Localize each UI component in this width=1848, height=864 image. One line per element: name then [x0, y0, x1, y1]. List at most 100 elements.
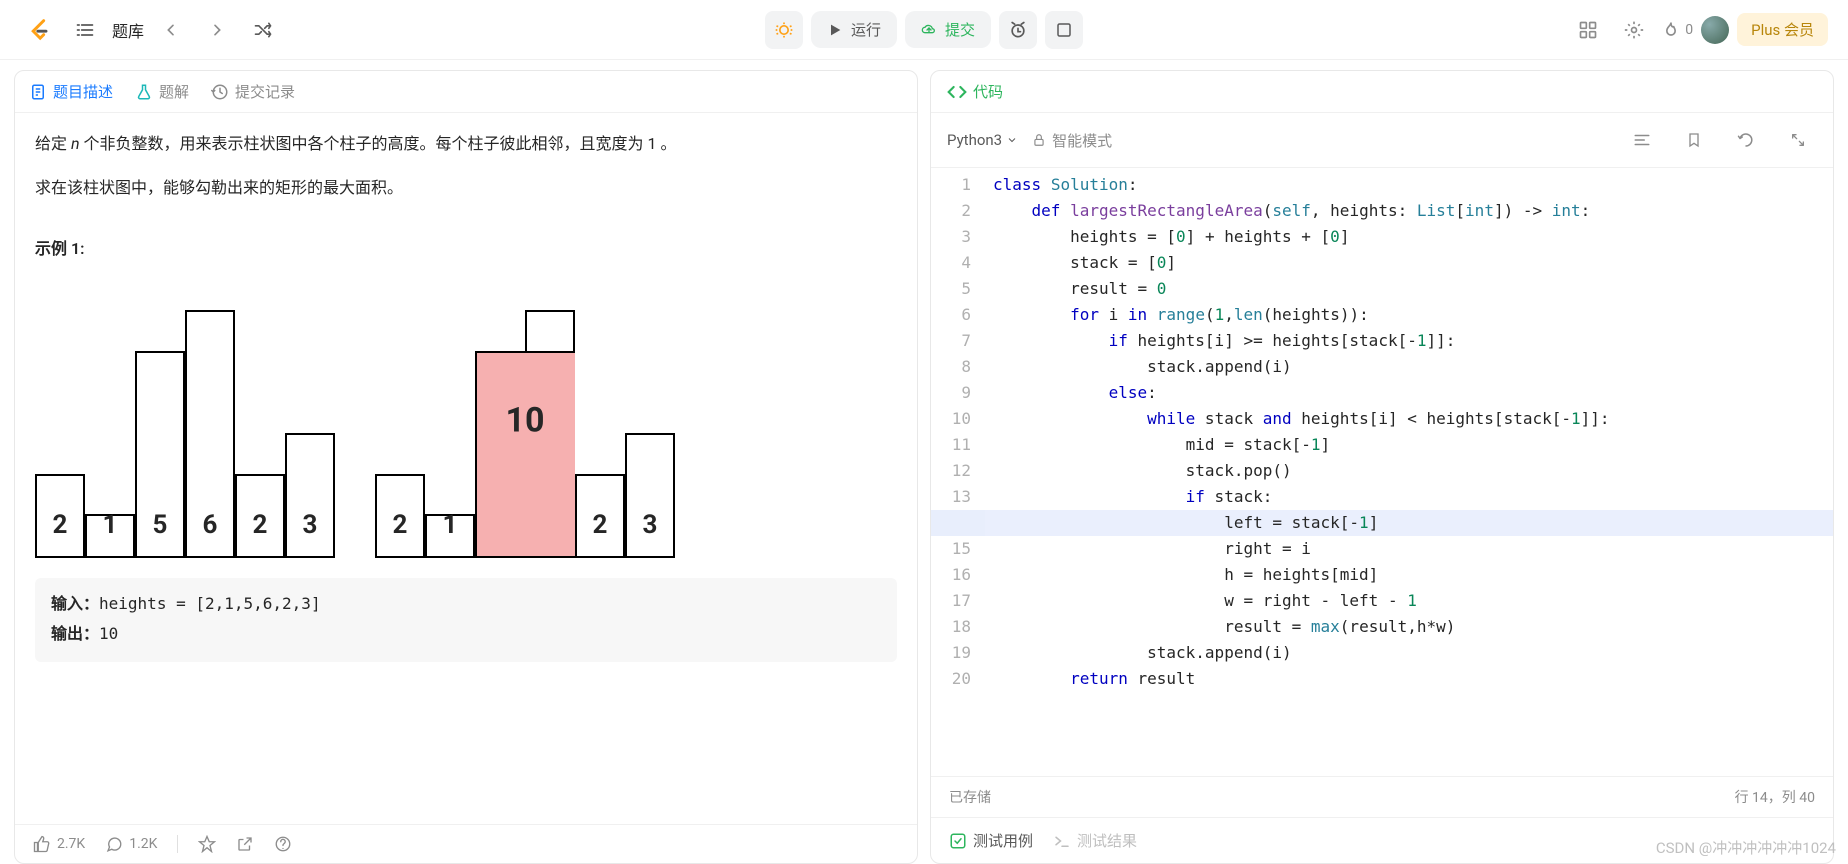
bar: 1: [425, 514, 475, 556]
plus-badge[interactable]: Plus 会员: [1737, 13, 1828, 46]
streak-counter[interactable]: 0: [1661, 20, 1693, 40]
code-icon: [947, 82, 967, 102]
note-icon: [1055, 21, 1073, 39]
left-tabs: 题目描述 题解 提交记录: [15, 71, 917, 113]
output-label: 输出：: [51, 626, 99, 643]
problem-list-label[interactable]: 题库: [112, 18, 144, 42]
bar-highlight: [475, 351, 525, 556]
bar: 1: [85, 514, 135, 556]
settings-button[interactable]: [1615, 11, 1653, 49]
run-button[interactable]: 运行: [811, 11, 897, 48]
fullscreen-button[interactable]: [1779, 121, 1817, 159]
check-square-icon: [949, 832, 967, 850]
external-link-icon: [236, 835, 254, 853]
mode-label: 智能模式: [1052, 130, 1112, 151]
example-figure: 2 1 5 6 2 3 2 1 10: [35, 278, 897, 558]
lock-icon: [1032, 133, 1046, 147]
fire-icon: [1661, 20, 1681, 40]
tab-submissions-label: 提交记录: [235, 81, 295, 102]
line-gutter: 1234567891011121314151617181920: [931, 168, 985, 776]
example-io: 输入：heights = [2,1,5,6,2,3] 输出：10: [35, 578, 897, 662]
code-header: 代码: [931, 71, 1833, 113]
document-icon: [29, 83, 47, 101]
bar: 5: [135, 351, 185, 556]
shuffle-button[interactable]: [244, 11, 282, 49]
cloud-upload-icon: [921, 22, 937, 38]
like-button[interactable]: 2.7K: [33, 835, 85, 853]
code-content[interactable]: class Solution: def largestRectangleArea…: [985, 168, 1833, 776]
code-panel: 代码 Python3 智能模式 123456789101112131415161…: [930, 70, 1834, 864]
language-label: Python3: [947, 131, 1002, 149]
code-tab-label: 代码: [973, 81, 1003, 102]
bar: 2: [375, 474, 425, 556]
output-value: 10: [99, 624, 118, 643]
code-tab[interactable]: 代码: [947, 81, 1003, 102]
problem-para-1: 给定 n 个非负整数，用来表示柱状图中各个柱子的高度。每个柱子彼此相邻，且宽度为…: [35, 129, 897, 159]
bar: 6: [185, 310, 235, 556]
grid-icon: [1578, 20, 1598, 40]
reset-button[interactable]: [1727, 121, 1765, 159]
chevron-right-icon: [209, 22, 225, 38]
tab-description[interactable]: 题目描述: [29, 81, 113, 102]
histogram-right: 2 1 10 2 3: [375, 278, 675, 558]
terminal-icon: [1053, 832, 1071, 850]
bar: 2: [235, 474, 285, 556]
description-panel: 题目描述 题解 提交记录 给定 n 个非负整数，用来表示柱状图中各个柱子的高度。…: [14, 70, 918, 864]
help-icon: [274, 835, 292, 853]
favorite-button[interactable]: [198, 835, 216, 853]
bar: 3: [285, 433, 335, 556]
bug-icon: [774, 20, 794, 40]
star-icon: [198, 835, 216, 853]
tab-test-results[interactable]: 测试结果: [1053, 830, 1137, 851]
tab-submissions[interactable]: 提交记录: [211, 81, 295, 102]
play-icon: [827, 22, 843, 38]
smart-mode[interactable]: 智能模式: [1032, 130, 1112, 151]
submit-button[interactable]: 提交: [905, 11, 991, 48]
logo[interactable]: [20, 11, 58, 49]
comment-icon: [105, 835, 123, 853]
bar: 2: [575, 474, 625, 556]
tab-solution-label: 题解: [159, 81, 189, 102]
timer-button[interactable]: [999, 11, 1037, 49]
input-value: heights = [2,1,5,6,2,3]: [99, 594, 321, 613]
bar: 3: [625, 433, 675, 556]
submit-label: 提交: [945, 19, 975, 40]
prev-problem-button[interactable]: [152, 11, 190, 49]
comment-count: 1.2K: [129, 836, 157, 852]
leetcode-logo-icon: [25, 16, 53, 44]
next-problem-button[interactable]: [198, 11, 236, 49]
tab-description-label: 题目描述: [53, 81, 113, 102]
user-avatar[interactable]: [1701, 16, 1729, 44]
format-button[interactable]: [1623, 121, 1661, 159]
debug-button[interactable]: [765, 11, 803, 49]
alarm-icon: [1008, 20, 1028, 40]
thumbs-up-icon: [33, 835, 51, 853]
bar: 2: [35, 474, 85, 556]
input-label: 输入：: [51, 596, 99, 613]
lines-icon: [1633, 131, 1651, 149]
histogram-left: 2 1 5 6 2 3: [35, 278, 335, 558]
notes-button[interactable]: [1045, 11, 1083, 49]
description-body: 给定 n 个非负整数，用来表示柱状图中各个柱子的高度。每个柱子彼此相邻，且宽度为…: [15, 113, 917, 824]
save-status: 已存储: [949, 787, 991, 807]
share-button[interactable]: [236, 835, 254, 853]
code-editor[interactable]: 1234567891011121314151617181920 class So…: [931, 168, 1833, 776]
help-button[interactable]: [274, 835, 292, 853]
flask-icon: [135, 83, 153, 101]
tab-solution[interactable]: 题解: [135, 81, 189, 102]
code-footer: 已存储 行 14，列 40: [931, 776, 1833, 817]
problem-list-toggle[interactable]: [66, 11, 104, 49]
apps-button[interactable]: [1569, 11, 1607, 49]
bookmark-icon: [1686, 131, 1702, 149]
tab-test-cases[interactable]: 测试用例: [949, 830, 1033, 851]
like-count: 2.7K: [57, 836, 85, 852]
comment-button[interactable]: 1.2K: [105, 835, 157, 853]
language-select[interactable]: Python3: [947, 131, 1018, 149]
bookmark-button[interactable]: [1675, 121, 1713, 159]
chevron-left-icon: [163, 22, 179, 38]
divider: [177, 835, 178, 853]
top-bar: 题库 运行 提交 0 Plus 会员: [0, 0, 1848, 60]
test-results-label: 测试结果: [1077, 830, 1137, 851]
problem-para-2: 求在该柱状图中，能够勾勒出来的矩形的最大面积。: [35, 173, 897, 203]
run-label: 运行: [851, 19, 881, 40]
